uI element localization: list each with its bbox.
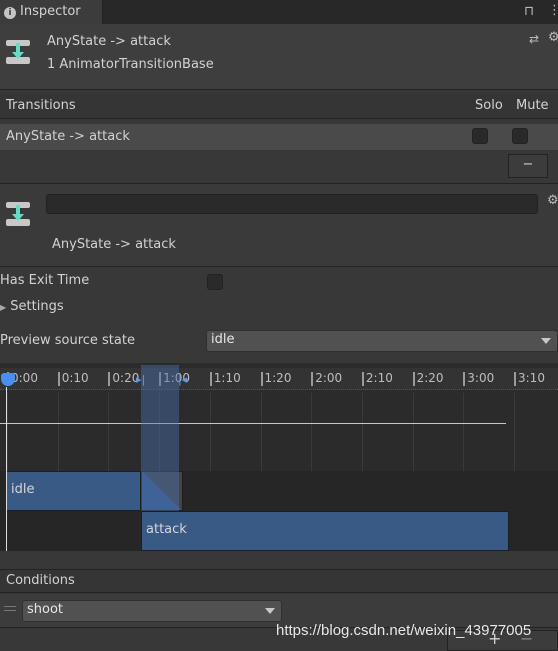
timeline-tick-label: 2:20 [412,372,444,386]
gear-icon[interactable]: ⚙ [547,193,558,208]
preview-source-value: idle [211,332,235,347]
tab-title: Inspector [20,4,81,19]
condition-parameter-value: shoot [27,602,64,617]
timeline-tick-label: 3:10 [514,372,545,386]
header-title: AnyState -> attack [47,34,171,49]
chevron-down-icon [541,338,551,344]
transitions-label: Transitions [6,98,76,113]
playhead-line [6,387,7,551]
preview-source-label: Preview source state [0,333,135,348]
tab-bar: i Inspector ⊓ ⋮ [0,0,558,24]
timeline-tick-label: 2:10 [361,372,393,386]
timeline-ruler[interactable]: 0:00 0:10 0:20 1:00 1:10 1:20 2:00 2:10 2:20 3:00… [0,368,558,390]
tab-inspector[interactable]: i Inspector [0,0,103,24]
source-clip-label: idle [11,482,35,497]
mute-checkbox[interactable] [512,128,528,144]
solo-checkbox[interactable] [472,128,488,144]
foldout-arrow-icon: ▶ [0,303,7,312]
weight-curve [0,423,506,424]
transition-name-input[interactable] [46,194,538,214]
solo-label: Solo [475,98,503,113]
gear-icon[interactable]: ⚙ [548,30,558,45]
source-clip[interactable]: idle [6,471,141,511]
drag-handle-icon[interactable] [4,606,16,611]
has-exit-time-checkbox[interactable] [207,274,223,290]
conditions-header: Conditions [0,569,558,593]
transition-start-handle[interactable]: ▸| [136,373,145,386]
timeline-tick-label: 1:10 [209,372,241,386]
transition-title: AnyState -> attack [52,237,176,252]
timeline-tick-label: 0:10 [57,372,89,386]
remove-transition-button[interactable]: − [508,154,548,178]
timeline-tick-label: 3:00 [463,372,494,386]
transition-section: ⚙ AnyState -> attack [0,183,558,267]
transition-row-label: AnyState -> attack [6,129,130,144]
condition-parameter-dropdown[interactable]: shoot [22,600,282,622]
settings-label: Settings [10,299,64,314]
timeline-tick-label: 0:20 [108,372,139,386]
transition-icon [6,202,30,226]
timeline[interactable]: 0:00 0:10 0:20 1:00 1:10 1:20 2:00 2:10 2:20 3:00… [0,363,558,551]
transition-range[interactable] [141,365,179,511]
settings-foldout[interactable]: ▶ Settings [0,299,64,314]
watermark: https://blog.csdn.net/weixin_43977005 [276,622,532,639]
preview-source-dropdown[interactable]: idle [206,330,558,352]
transitions-header: Transitions Solo Mute [0,94,558,119]
transition-row[interactable]: AnyState -> attack [0,124,558,150]
inspector-header: AnyState -> attack 1 AnimatorTransitionB… [0,24,558,90]
preset-icon[interactable]: ⇄ [529,32,539,46]
chevron-down-icon [265,608,275,614]
lock-icon[interactable]: ⊓ [524,4,534,19]
transition-end-handle[interactable]: |◂ [178,373,187,386]
more-menu-icon[interactable]: ⋮ [548,3,558,18]
mute-label: Mute [516,98,549,113]
header-subtitle: 1 AnimatorTransitionBase [47,57,214,72]
info-icon: i [4,7,16,19]
conditions-label: Conditions [6,573,75,588]
destination-clip[interactable]: attack [141,511,509,551]
timeline-tick-label: 2:00 [311,372,342,386]
timeline-tick-label: 1:20 [260,372,291,386]
transition-icon [6,40,30,64]
has-exit-time-label: Has Exit Time [0,273,90,288]
destination-clip-label: attack [146,522,187,537]
